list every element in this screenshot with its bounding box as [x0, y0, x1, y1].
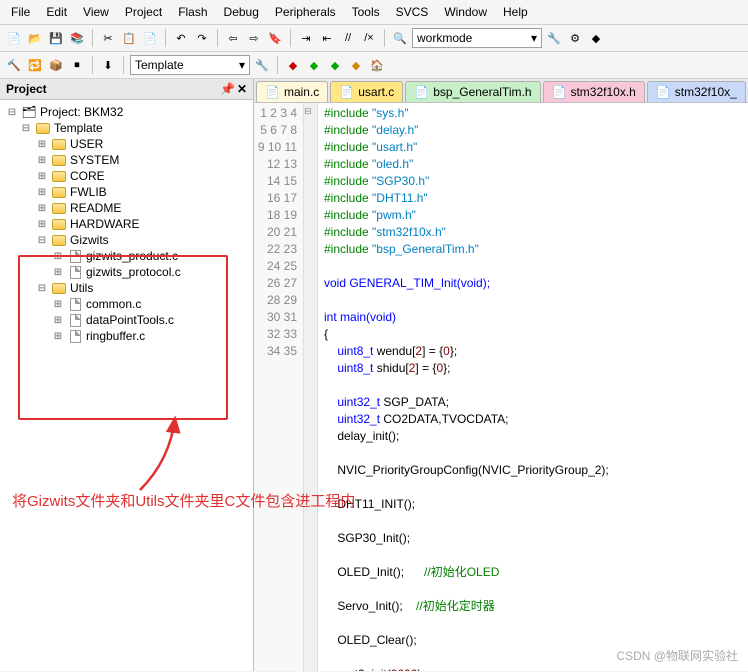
- menu-bar: FileEditViewProjectFlashDebugPeripherals…: [0, 0, 748, 25]
- workmode-combo[interactable]: workmode▾: [412, 28, 542, 48]
- green-diamond2-icon[interactable]: ◆: [326, 56, 344, 74]
- fold-margin[interactable]: ⊟: [304, 103, 318, 671]
- project-panel-header: Project 📌✕: [0, 79, 253, 100]
- tree-file[interactable]: ⊞dataPointTools.c: [2, 312, 251, 328]
- pin-icon[interactable]: 📌: [220, 82, 235, 96]
- toolbar-2: 🔨 🔁 📦 ⏹ ⬇ Template▾ 🔧 ◆ ◆ ◆ ◆ 🏠: [0, 52, 748, 79]
- home-icon[interactable]: 🏠: [368, 56, 386, 74]
- tab-usart-c[interactable]: 📄usart.c: [330, 81, 403, 102]
- tree-folder[interactable]: ⊞SYSTEM: [2, 152, 251, 168]
- uncomment-icon[interactable]: /×: [360, 29, 378, 47]
- code-content[interactable]: #include "sys.h" #include "delay.h" #inc…: [318, 103, 748, 671]
- toolbar-1: 📄 📂 💾 📚 ✂ 📋 📄 ↶ ↷ ⇦ ⇨ 🔖 ⇥ ⇤ // /× 🔍 work…: [0, 25, 748, 52]
- outdent-icon[interactable]: ⇤: [318, 29, 336, 47]
- line-gutter: 1 2 3 4 5 6 7 8 9 10 11 12 13 14 15 16 1…: [254, 103, 304, 671]
- menu-tools[interactable]: Tools: [345, 2, 387, 22]
- tree-file[interactable]: ⊞ringbuffer.c: [2, 328, 251, 344]
- paste-icon[interactable]: 📄: [141, 29, 159, 47]
- build-icon[interactable]: 🔨: [5, 56, 23, 74]
- menu-file[interactable]: File: [4, 2, 37, 22]
- menu-peripherals[interactable]: Peripherals: [268, 2, 343, 22]
- menu-help[interactable]: Help: [496, 2, 535, 22]
- options-icon[interactable]: 🔧: [253, 56, 271, 74]
- find-icon[interactable]: 🔍: [391, 29, 409, 47]
- tree-gizwits[interactable]: ⊟Gizwits: [2, 232, 251, 248]
- menu-view[interactable]: View: [76, 2, 116, 22]
- red-diamond-icon[interactable]: ◆: [284, 56, 302, 74]
- tab-stm32f10x-h[interactable]: 📄stm32f10x.h: [543, 81, 645, 102]
- comment-icon[interactable]: //: [339, 29, 357, 47]
- project-tree[interactable]: ⊟🗂Project: BKM32 ⊟Template ⊞USER⊞SYSTEM⊞…: [0, 100, 253, 671]
- tree-file[interactable]: ⊞gizwits_product.c: [2, 248, 251, 264]
- tree-utils[interactable]: ⊟Utils: [2, 280, 251, 296]
- watermark: CSDN @物联网实验社: [616, 647, 738, 664]
- tree-folder[interactable]: ⊞README: [2, 200, 251, 216]
- redo-icon[interactable]: ↷: [193, 29, 211, 47]
- undo-icon[interactable]: ↶: [172, 29, 190, 47]
- code-editor[interactable]: 1 2 3 4 5 6 7 8 9 10 11 12 13 14 15 16 1…: [254, 103, 748, 671]
- annotation-text: 将Gizwits文件夹和Utils文件夹里C文件包含进工程内: [12, 490, 355, 511]
- download-icon[interactable]: ⬇: [99, 56, 117, 74]
- open-icon[interactable]: 📂: [26, 29, 44, 47]
- tree-template[interactable]: ⊟Template: [2, 120, 251, 136]
- save-all-icon[interactable]: 📚: [68, 29, 86, 47]
- orange-diamond-icon[interactable]: ◆: [347, 56, 365, 74]
- tree-folder[interactable]: ⊞USER: [2, 136, 251, 152]
- tool1-icon[interactable]: ⚙: [566, 29, 584, 47]
- batch-icon[interactable]: 📦: [47, 56, 65, 74]
- tab-stm32f10x_[interactable]: 📄stm32f10x_: [647, 81, 746, 102]
- tab-main-c[interactable]: 📄main.c: [256, 81, 328, 102]
- tree-folder[interactable]: ⊞CORE: [2, 168, 251, 184]
- editor-area: 📄main.c📄usart.c📄bsp_GeneralTim.h📄stm32f1…: [254, 79, 748, 671]
- nav-back-icon[interactable]: ⇦: [224, 29, 242, 47]
- tree-file[interactable]: ⊞gizwits_protocol.c: [2, 264, 251, 280]
- tree-folder[interactable]: ⊞FWLIB: [2, 184, 251, 200]
- menu-flash[interactable]: Flash: [171, 2, 214, 22]
- indent-icon[interactable]: ⇥: [297, 29, 315, 47]
- cut-icon[interactable]: ✂: [99, 29, 117, 47]
- menu-debug[interactable]: Debug: [217, 2, 266, 22]
- close-panel-icon[interactable]: ✕: [237, 82, 247, 96]
- tree-root[interactable]: ⊟🗂Project: BKM32: [2, 104, 251, 120]
- stop-icon[interactable]: ⏹: [68, 56, 86, 74]
- editor-tabs: 📄main.c📄usart.c📄bsp_GeneralTim.h📄stm32f1…: [254, 79, 748, 103]
- project-panel-title: Project: [6, 82, 47, 96]
- config-icon[interactable]: 🔧: [545, 29, 563, 47]
- new-icon[interactable]: 📄: [5, 29, 23, 47]
- save-icon[interactable]: 💾: [47, 29, 65, 47]
- menu-window[interactable]: Window: [437, 2, 494, 22]
- menu-project[interactable]: Project: [118, 2, 169, 22]
- green-diamond-icon[interactable]: ◆: [305, 56, 323, 74]
- rebuild-icon[interactable]: 🔁: [26, 56, 44, 74]
- copy-icon[interactable]: 📋: [120, 29, 138, 47]
- tree-file[interactable]: ⊞common.c: [2, 296, 251, 312]
- menu-edit[interactable]: Edit: [39, 2, 74, 22]
- tab-bsp_GeneralTim-h[interactable]: 📄bsp_GeneralTim.h: [405, 81, 540, 102]
- nav-fwd-icon[interactable]: ⇨: [245, 29, 263, 47]
- menu-svcs[interactable]: SVCS: [389, 2, 436, 22]
- target-combo[interactable]: Template▾: [130, 55, 250, 75]
- tool2-icon[interactable]: ◆: [587, 29, 605, 47]
- bookmark-icon[interactable]: 🔖: [266, 29, 284, 47]
- project-panel: Project 📌✕ ⊟🗂Project: BKM32 ⊟Template ⊞U…: [0, 79, 254, 671]
- tree-folder[interactable]: ⊞HARDWARE: [2, 216, 251, 232]
